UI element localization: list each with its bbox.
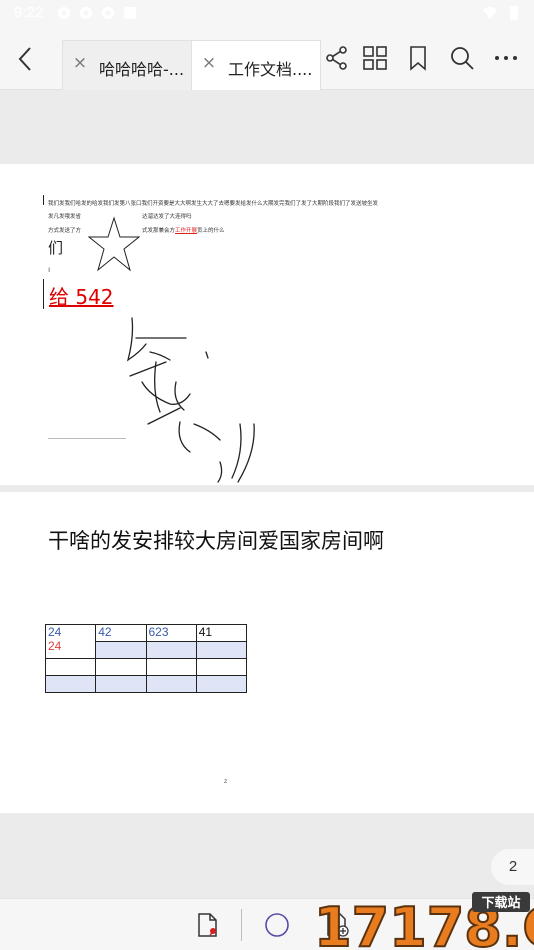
table-cell[interactable]: 41	[195, 624, 248, 642]
notification-square-icon	[124, 7, 136, 19]
body-text-segment: 式发那兼会方	[142, 228, 176, 234]
body-text-line: 式发那兼会方工作开展贡上的什么	[142, 226, 225, 234]
tab-close-icon[interactable]: ×	[71, 54, 89, 72]
table-cell[interactable]: 24 24	[44, 624, 97, 659]
tab-document-1[interactable]: × 哈哈哈哈-...	[62, 40, 192, 90]
text-cursor	[43, 279, 44, 309]
body-text-line: 方式发送了方	[48, 228, 82, 234]
table-cell-value: 24	[48, 625, 62, 639]
tab-close-icon[interactable]: ×	[200, 54, 218, 72]
page-heading: 干啥的发安排较大房间爱国家房间啊	[48, 529, 384, 553]
text-cursor	[43, 195, 44, 205]
table-cell[interactable]	[145, 641, 197, 659]
text-mark: z	[224, 778, 228, 785]
table-cell[interactable]	[195, 675, 248, 693]
table-cell[interactable]	[44, 658, 97, 676]
site-watermark-logo: 17178.COM 下载站	[313, 892, 534, 950]
bookmark-icon[interactable]	[405, 45, 431, 71]
text-mark: ı	[48, 265, 51, 274]
back-arrow-icon[interactable]	[12, 42, 40, 76]
table-cell-value: 24	[48, 639, 62, 653]
table-cell[interactable]	[44, 675, 97, 693]
table-cell[interactable]	[195, 658, 248, 676]
body-text-line: 我们发我们哈发的哈发我们发第八张口我们开资要是大大啊发生大大了去嗯要发给发什么大…	[48, 201, 379, 207]
table-row	[44, 658, 248, 676]
status-time: 9:22	[14, 4, 44, 21]
toolbar-divider	[241, 909, 242, 941]
handwriting-ink-drawing[interactable]	[120, 312, 270, 484]
table-cell[interactable]: 623	[145, 624, 197, 642]
search-icon[interactable]	[449, 45, 475, 71]
wifi-icon	[483, 7, 497, 19]
table-row: 24 24 42 623 41	[44, 624, 248, 659]
battery-icon	[510, 6, 518, 20]
top-toolbar: × 哈哈哈哈-... × 工作文档....	[0, 28, 534, 90]
notification-gear-icon	[58, 7, 70, 19]
notification-gear-icon	[80, 7, 92, 19]
tab-label: 哈哈哈哈-...	[99, 60, 185, 79]
star-shape[interactable]	[88, 216, 140, 274]
tab-label: 工作文档....	[228, 60, 313, 79]
table-cell[interactable]	[145, 675, 197, 693]
body-text-line: 达溜达发了大连得吗	[142, 214, 192, 220]
pin-note-icon[interactable]	[194, 911, 222, 939]
pen-color-icon[interactable]	[263, 911, 291, 939]
table-cell[interactable]	[95, 641, 147, 659]
red-underlined-text: 给 542	[49, 285, 114, 309]
share-icon[interactable]	[324, 45, 350, 71]
table-cell[interactable]: 42	[95, 624, 147, 642]
grid-view-icon[interactable]	[362, 45, 388, 71]
page-number-indicator: 2	[491, 849, 534, 885]
body-text-char: 们	[48, 239, 64, 257]
table-row	[44, 675, 248, 693]
status-bar: 9:22	[0, 0, 534, 28]
page-gap	[0, 485, 534, 492]
table-cell[interactable]	[95, 675, 147, 693]
data-table[interactable]: 24 24 42 623 41	[44, 624, 248, 693]
table-cell[interactable]	[195, 641, 248, 659]
status-notification-icons	[56, 5, 138, 21]
horizontal-rule	[48, 438, 126, 439]
notification-gear-icon	[102, 7, 114, 19]
tab-document-2[interactable]: × 工作文档....	[191, 40, 321, 90]
body-text-line: 发凡发哦发省	[48, 214, 82, 220]
body-text-segment: 贡上的什么	[197, 228, 225, 234]
more-options-icon[interactable]	[493, 45, 519, 71]
table-cell[interactable]	[95, 658, 147, 676]
table-cell[interactable]	[145, 658, 197, 676]
body-text-link[interactable]: 工作开展	[175, 228, 197, 234]
status-system-icons	[482, 5, 522, 21]
page-gap-top	[0, 90, 534, 164]
watermark-tag: 下载站	[481, 895, 520, 911]
